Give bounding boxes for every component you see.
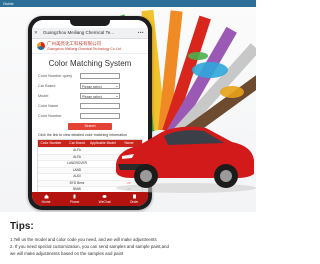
search-button[interactable]: Search (68, 123, 112, 130)
tab-phone[interactable]: Phone (69, 194, 80, 204)
paint-splash (220, 86, 244, 98)
company-name-en: Guangzhou Meiliang Chemical Technology C… (47, 47, 121, 51)
table-cell (38, 168, 64, 174)
bottom-tab-bar: Home Phone WeChat Order (32, 192, 148, 206)
model-select[interactable]: Please select (80, 92, 120, 99)
tip-line: 1.Tell us the model and color code you n… (10, 237, 157, 242)
table-cell (38, 161, 64, 167)
form-label: Color Name (38, 103, 59, 108)
table-cell: AUDI (73, 174, 81, 178)
paint-splash (188, 52, 208, 60)
form-row: Car Brand Please select (38, 81, 142, 90)
tab-label: WeChat (98, 200, 111, 204)
table-cell: LANDROVER (67, 161, 87, 165)
table-cell (38, 174, 64, 180)
form-label: Model (38, 93, 49, 98)
company-logo-icon (37, 42, 45, 50)
table-cell (38, 155, 64, 161)
paint-splash (192, 62, 228, 78)
table-cell (38, 181, 64, 187)
column-header: Color Number (40, 141, 62, 145)
table-cell: BYD Benz (69, 180, 85, 185)
phone-icon (73, 194, 76, 199)
color-number-query-input[interactable] (80, 72, 120, 79)
browser-title: Guangzhou Meiliang Chemical Te... (43, 30, 114, 35)
tab-label: Home (41, 200, 51, 204)
tip-line: we will make adjustments based on the sa… (10, 251, 124, 256)
browser-title-bar: ✕ Guangzhou Meiliang Chemical Te... ••• (32, 28, 148, 39)
form-row: Color Name (38, 101, 142, 110)
tab-order[interactable]: Order (130, 194, 138, 204)
tips-text: 1.Tell us the model and color code you n… (10, 236, 254, 257)
product-banner: Guide ✕ Guangzhou Meiliang Chemical Te..… (0, 0, 256, 212)
company-header: 广州美亮化工科技有限公司 Guangzhou Meiliang Chemical… (32, 39, 148, 54)
form-row: Model Please select (38, 91, 142, 100)
tab-label: Phone (69, 200, 80, 204)
form-label: Color Number (38, 113, 62, 118)
more-icon[interactable]: ••• (138, 28, 144, 38)
form-label: Color Number query (38, 73, 73, 78)
form-row: Color Number query (38, 71, 142, 80)
table-cell (38, 148, 64, 154)
phone-notch (70, 20, 110, 26)
column-header: Car Brand (69, 141, 85, 145)
table-cell: ALFA (73, 148, 81, 152)
status-bar (32, 20, 148, 28)
table-cell: ALFA (73, 154, 81, 159)
form-label: Car Brand (38, 83, 56, 88)
page-title: Color Matching System (48, 59, 132, 68)
order-icon (132, 194, 136, 199)
table-cell: LAND (72, 167, 82, 172)
tab-home[interactable]: Home (41, 194, 51, 204)
car-brand-select[interactable]: Please select (80, 82, 120, 89)
close-icon[interactable]: ✕ (34, 28, 38, 38)
tip-line: 2. If you need special customization, yo… (10, 244, 169, 249)
color-name-input[interactable] (80, 102, 120, 109)
red-car-image (116, 126, 256, 193)
tips-title: Tips: (10, 221, 34, 232)
home-icon (44, 194, 49, 199)
tab-label: Order (129, 200, 139, 204)
wechat-icon (102, 195, 107, 198)
tab-wechat[interactable]: WeChat (99, 194, 111, 204)
